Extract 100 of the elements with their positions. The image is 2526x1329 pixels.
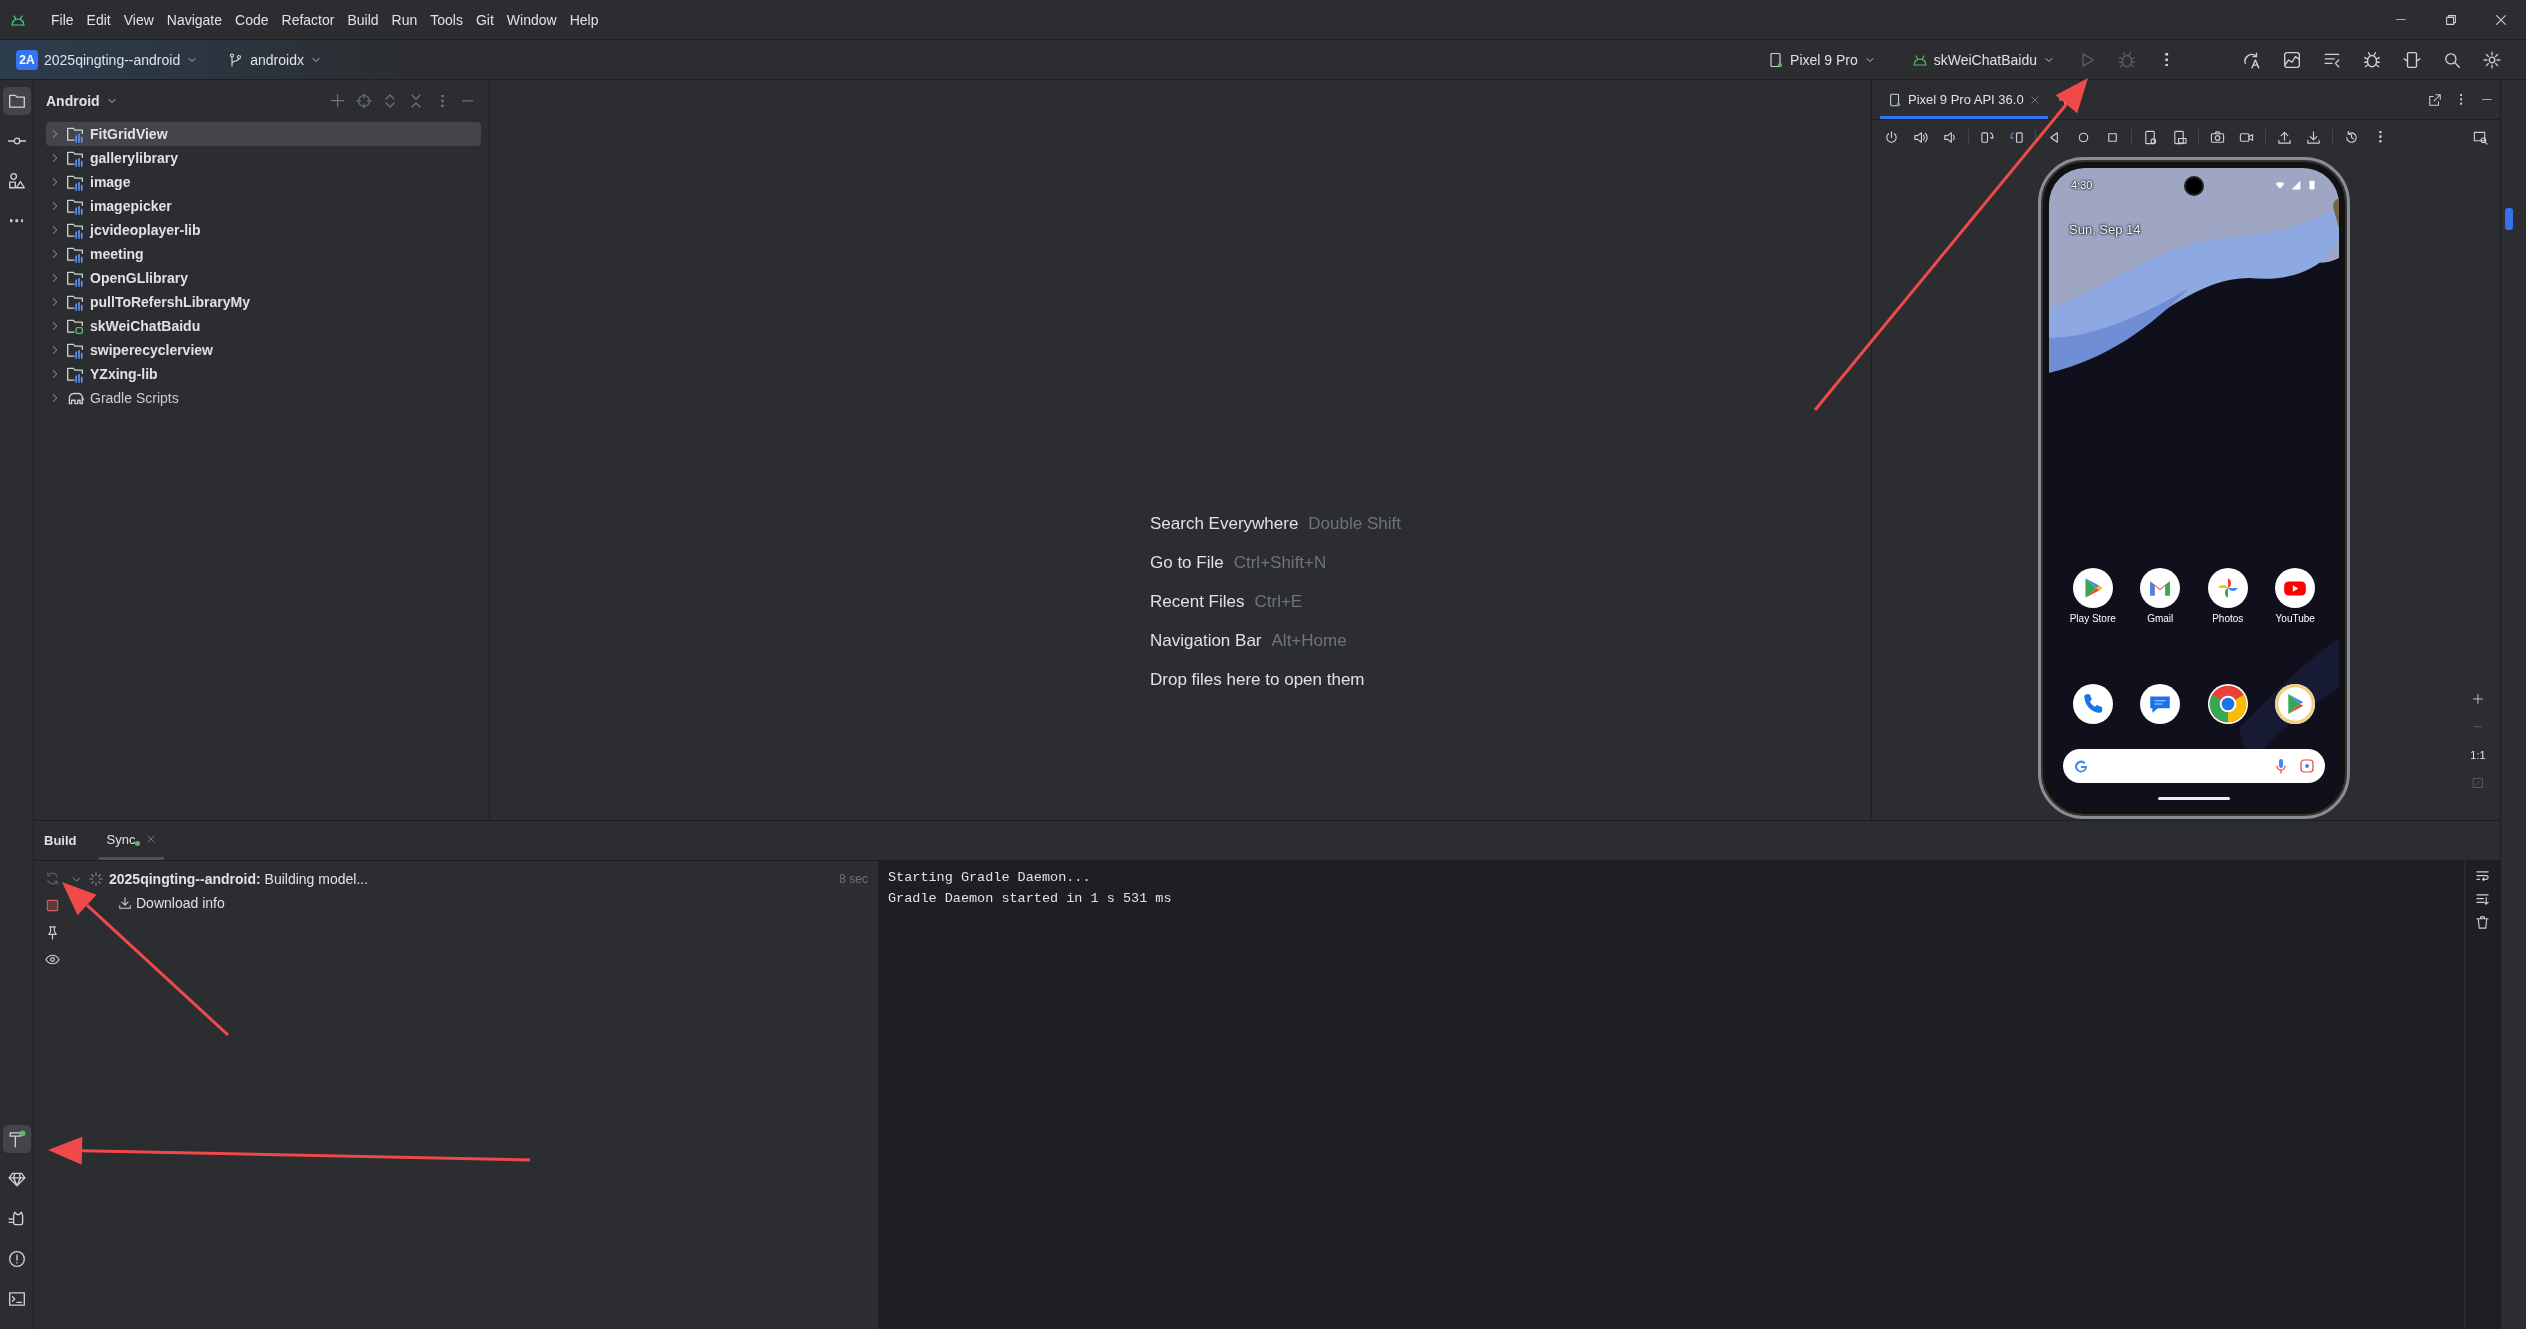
build-icon (7, 1130, 26, 1148)
menu-item[interactable]: Window (506, 11, 557, 28)
run-config-selector[interactable]: skWeiChatBaidu (1905, 44, 2061, 75)
more-icon (2459, 94, 2463, 105)
spinner-icon (89, 872, 103, 886)
upload-icon (2277, 129, 2292, 145)
project-button[interactable] (2, 87, 31, 115)
actual-size-button[interactable]: 1:1 (2466, 744, 2490, 766)
terminal-icon (7, 1290, 26, 1308)
build-tab[interactable]: Sync (98, 821, 165, 860)
hint-text: Recent Files (1150, 591, 1245, 612)
close-icon[interactable] (2029, 94, 2040, 105)
app-label: YouTube (2275, 613, 2315, 624)
more-icon (2165, 52, 2169, 67)
menu-item[interactable]: Git (475, 11, 494, 28)
view-selector[interactable]: Android (46, 93, 118, 109)
rotate-right-icon (2009, 129, 2024, 145)
scroll-to-end-button[interactable] (2475, 892, 2490, 907)
project-selector[interactable]: 2A 2025qingting--android (10, 44, 205, 75)
build-button[interactable] (2, 1125, 31, 1153)
menu-item[interactable]: Run (391, 11, 418, 28)
camera-icon (2210, 129, 2225, 145)
console-line: Starting Gradle Daemon... (888, 869, 1091, 887)
wifi-icon (2275, 180, 2285, 190)
device-selector[interactable]: Pixel 9 Pro (1762, 44, 1882, 75)
more-icon (2379, 131, 2382, 143)
download-icon (118, 896, 132, 910)
console-line: Gradle Daemon started in 1 s 531 ms (888, 890, 1172, 908)
shortcut-text: Ctrl+E (1254, 591, 1303, 612)
module-folder-icon (66, 197, 84, 215)
close-icon[interactable] (146, 834, 157, 844)
minus-icon (2473, 726, 2483, 728)
device-tab[interactable]: Pixel 9 Pro API 36.0 (1880, 80, 2048, 119)
sync-icon (44, 870, 60, 886)
volume-up-icon (1913, 129, 1928, 145)
shortcut-text: Double Shift (1308, 513, 1401, 534)
module-folder-icon (66, 341, 84, 359)
tree-item[interactable]: jcvideoplayer-lib (46, 218, 481, 242)
menu-item[interactable]: Edit (86, 11, 111, 28)
fit-icon (2472, 777, 2484, 789)
tree-item[interactable]: skWeiChatBaidu (46, 314, 481, 338)
add-icon (331, 94, 345, 108)
search-icon (2443, 50, 2461, 69)
menu-item[interactable]: View (123, 11, 154, 28)
date-text: Sun, Sep 14 (2069, 222, 2141, 237)
soft-wrap-icon (2475, 869, 2490, 884)
close-icon (2494, 12, 2508, 27)
menu-item[interactable]: Refactor (281, 11, 335, 28)
translate-icon (2243, 50, 2261, 69)
hint-text: Go to File (1150, 552, 1224, 573)
shapes-icon (7, 172, 26, 190)
menu-item[interactable]: Tools (430, 11, 463, 28)
module-folder-icon (66, 293, 84, 311)
gem-icon (7, 1170, 26, 1188)
search-logo-icon (2073, 758, 2089, 774)
alert-icon (7, 1250, 26, 1268)
chart-icon (2283, 50, 2301, 69)
play-store-icon[interactable] (2275, 684, 2316, 724)
download-icon (2306, 129, 2321, 145)
tree-item[interactable]: Gradle Scripts (46, 386, 481, 410)
tree-item[interactable]: meeting (46, 242, 481, 266)
microphone-icon[interactable] (2273, 758, 2289, 774)
module-folder-icon (66, 221, 84, 239)
build-status-text: 2025qingting--android: Building model... (109, 871, 369, 887)
app-label: Play Store (2069, 613, 2116, 624)
shortcut-text: Alt+Home (1271, 630, 1347, 651)
menu-item[interactable]: File (51, 11, 74, 28)
branch-selector[interactable]: androidx (222, 44, 328, 75)
lens-icon[interactable] (2299, 758, 2315, 774)
tree-item[interactable]: Download info (136, 895, 225, 911)
tree-item[interactable]: swiperecyclerview (46, 338, 481, 362)
browser-icon[interactable] (2207, 684, 2248, 724)
status-time: 4:30 (2071, 179, 2093, 191)
power-icon (1884, 129, 1899, 145)
menu-item[interactable]: Navigate (166, 11, 223, 28)
tree-item[interactable]: OpenGLlibrary (46, 266, 481, 290)
tree-item[interactable]: pullToRefershLibraryMy (46, 290, 481, 314)
minimize-icon (2396, 18, 2406, 21)
module-folder-icon (66, 365, 84, 383)
project-badge: 2A (16, 49, 38, 70)
keyboard-icon (2172, 129, 2187, 145)
clear-icon (2475, 915, 2490, 930)
hint-text: Search Everywhere (1150, 513, 1299, 534)
menu-item[interactable]: Code (235, 11, 269, 28)
tree-item[interactable]: image (46, 170, 481, 194)
tree-item[interactable]: imagepicker (46, 194, 481, 218)
search-bar[interactable] (2063, 749, 2325, 783)
clear-button[interactable] (2475, 915, 2490, 930)
project-icon (7, 92, 26, 110)
menu-item[interactable]: Help (569, 11, 599, 28)
menu-item[interactable]: Build (347, 11, 379, 28)
tree-item[interactable]: FitGridView (46, 122, 481, 146)
soft-wrap-button[interactable] (2475, 869, 2490, 884)
stop-icon (44, 897, 60, 913)
phone-icon (1768, 51, 1785, 68)
tree-item[interactable]: gallerylibrary (46, 146, 481, 170)
module-folder-icon (66, 149, 84, 167)
hide-icon (2482, 98, 2492, 101)
tool-window-marker[interactable] (2505, 208, 2513, 230)
tree-item[interactable]: YZxing-lib (46, 362, 481, 386)
